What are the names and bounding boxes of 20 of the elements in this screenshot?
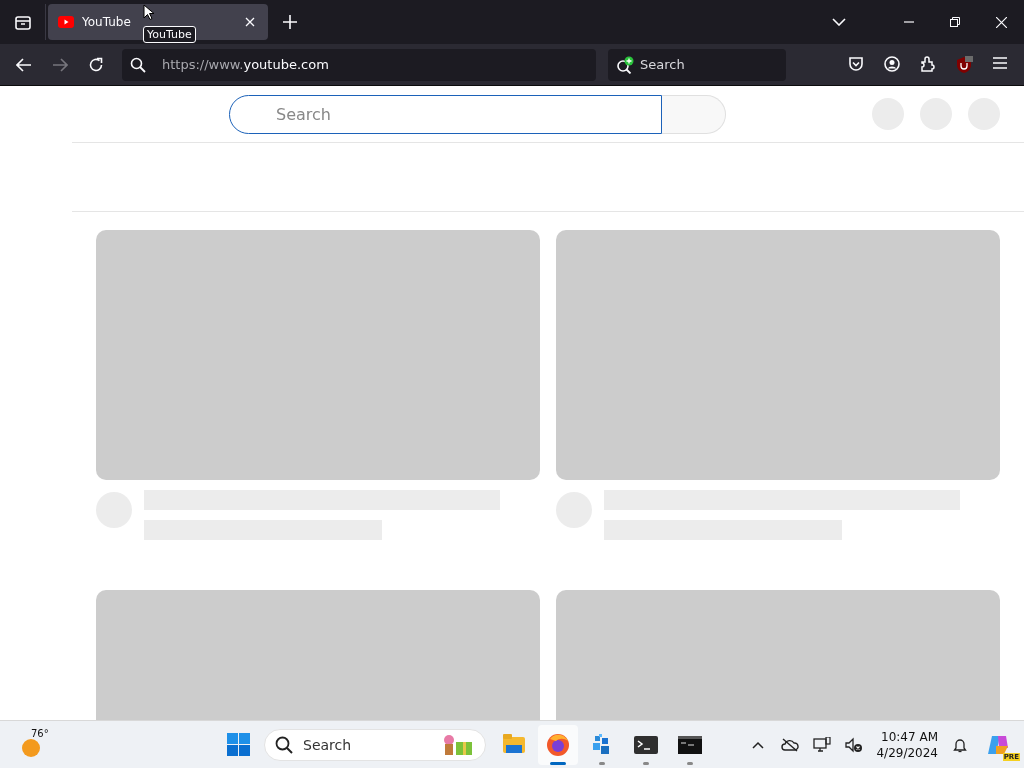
search-icon bbox=[275, 735, 293, 754]
clock-date[interactable]: 4/29/2024 bbox=[876, 744, 938, 761]
new-tab-icon[interactable] bbox=[283, 15, 297, 29]
search-icon bbox=[130, 56, 146, 73]
address-bar[interactable]: https://www.youtube.com bbox=[122, 48, 596, 81]
tooltip: YouTube bbox=[143, 26, 196, 43]
play-logo-icon bbox=[58, 16, 74, 28]
copilot-icon[interactable] bbox=[986, 733, 1010, 756]
search-field[interactable]: Search bbox=[229, 94, 662, 134]
gift-plant-icon bbox=[441, 733, 475, 756]
search-field[interactable]: Search bbox=[608, 48, 786, 81]
search-input[interactable]: Search bbox=[301, 735, 433, 754]
search-input[interactable]: Search bbox=[638, 56, 772, 73]
clock-time[interactable]: 10:47 AM bbox=[881, 728, 938, 745]
chevron-down-icon[interactable] bbox=[832, 18, 846, 26]
temperature: 76° bbox=[31, 727, 49, 739]
mouse-pointer-icon bbox=[143, 4, 155, 21]
url-text: https://www.youtube.com bbox=[162, 57, 329, 72]
browser-icon[interactable] bbox=[546, 732, 570, 757]
search-plus-icon bbox=[616, 55, 636, 74]
